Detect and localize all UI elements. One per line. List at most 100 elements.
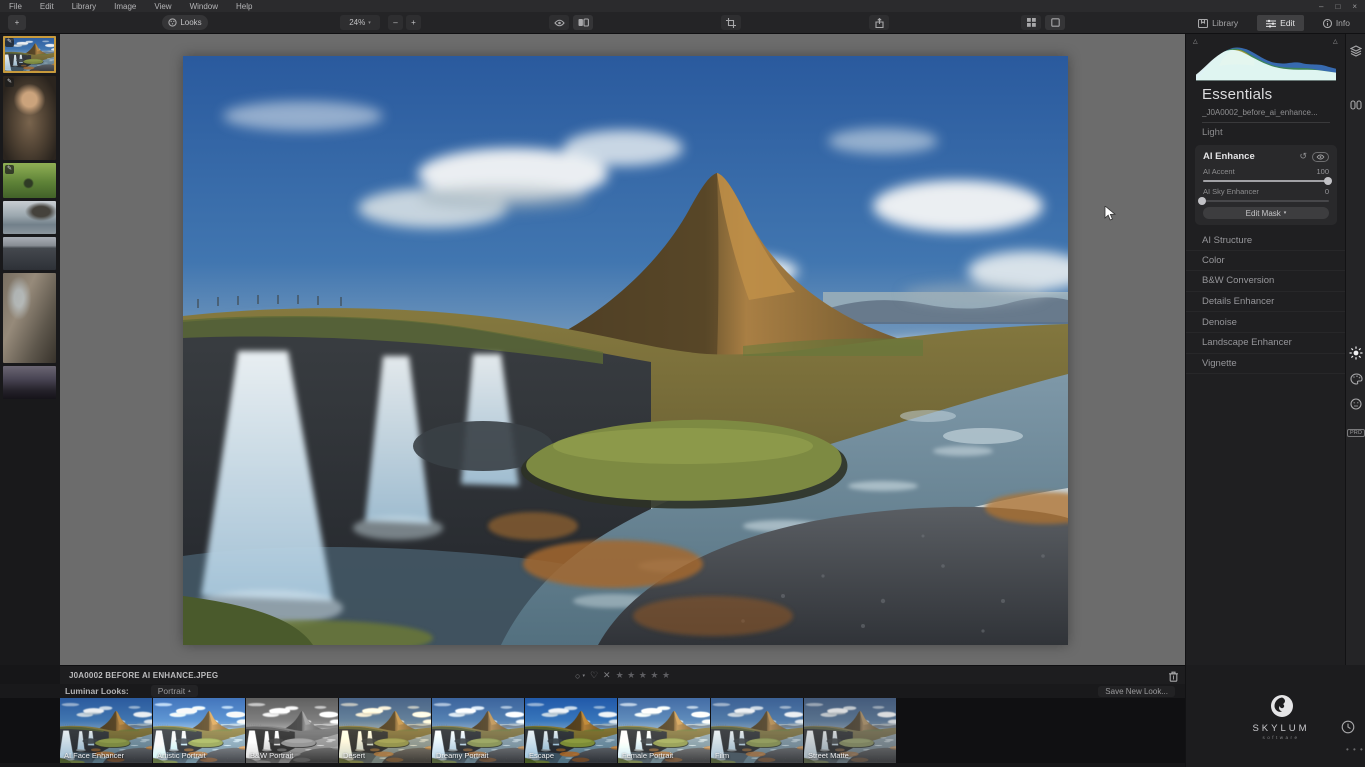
history-clock-icon[interactable]: [1341, 720, 1355, 739]
skylum-tagline: software: [1236, 735, 1326, 740]
ai-accent-value: 100: [1316, 167, 1329, 176]
look-street-matte[interactable]: Street Matte: [804, 698, 896, 763]
filmstrip-thumb-dark-coast[interactable]: [3, 237, 56, 270]
edit-mask-button[interactable]: Edit Mask ▾: [1203, 207, 1329, 219]
filmstrip-thumb-bathroom-interior[interactable]: [3, 273, 56, 363]
filmstrip-thumb-field-figure[interactable]: ✎: [3, 163, 56, 198]
reset-filter-icon[interactable]: ↺: [1299, 151, 1307, 162]
save-new-look-button[interactable]: Save New Look...: [1098, 686, 1175, 697]
bottom-area: J0A0002 BEFORE AI ENHANCE.JPEG ○ ▾ ♡ ✕ ★…: [0, 665, 1185, 767]
info-icon: [1323, 19, 1332, 28]
section-vignette[interactable]: Vignette: [1186, 354, 1346, 375]
looks-category-dropdown[interactable]: Portrait ▴: [151, 685, 198, 697]
looks-label: Looks: [180, 18, 201, 27]
reject-button[interactable]: ✕: [603, 670, 611, 681]
add-image-button[interactable]: +: [8, 15, 26, 30]
menu-image[interactable]: Image: [105, 2, 145, 11]
star-3[interactable]: ★: [639, 670, 648, 680]
side-icon-strip: PRO: [1345, 34, 1365, 665]
main-photo[interactable]: [183, 56, 1068, 645]
look-film[interactable]: Film: [711, 698, 803, 763]
tab-library[interactable]: Library: [1189, 15, 1247, 31]
star-2[interactable]: ★: [627, 670, 636, 680]
look-escape[interactable]: Escape: [525, 698, 617, 763]
pro-filters-badge[interactable]: PRO: [1346, 421, 1365, 439]
filter-visibility-toggle[interactable]: [1312, 152, 1329, 162]
looks-sphere-icon: [168, 18, 177, 27]
ai-sky-enhancer-slider-knob[interactable]: [1198, 197, 1206, 205]
zoom-value: 24%: [349, 18, 365, 27]
look-desert[interactable]: Desert: [339, 698, 431, 763]
color-label-button[interactable]: ○ ▾: [575, 671, 585, 681]
minimize-button[interactable]: –: [1319, 2, 1323, 11]
ai-accent-slider[interactable]: [1203, 180, 1329, 182]
star-rating: ★ ★ ★ ★ ★: [616, 670, 671, 681]
star-1[interactable]: ★: [616, 670, 625, 680]
zoom-level-dropdown[interactable]: 24% ▾: [340, 15, 380, 30]
library-icon: [1198, 19, 1208, 28]
filmstrip-thumb-beach-rocks[interactable]: [3, 201, 56, 234]
edit-mask-label: Edit Mask: [1246, 209, 1281, 218]
filmstrip-thumb-night-landscape[interactable]: [3, 366, 56, 399]
crop-button[interactable]: [721, 15, 741, 30]
star-4[interactable]: ★: [650, 670, 659, 680]
more-dots[interactable]: • • •: [1346, 745, 1364, 754]
close-button[interactable]: ×: [1352, 2, 1357, 11]
histogram[interactable]: [1196, 39, 1336, 81]
layers-icon[interactable]: [1346, 44, 1365, 62]
luminar-looks-label: Luminar Looks:: [0, 686, 129, 696]
zoom-in-button[interactable]: +: [406, 15, 421, 30]
menu-window[interactable]: Window: [181, 2, 227, 11]
ai-enhance-card: AI Enhance ↺ AI Accent 100 AI Sky Enhanc…: [1195, 145, 1337, 225]
shadow-clipping-icon[interactable]: △: [1193, 38, 1198, 45]
look-label: Desert: [343, 751, 365, 760]
section-color[interactable]: Color: [1186, 251, 1346, 272]
sliders-icon: [1266, 19, 1276, 28]
compare-button[interactable]: [573, 15, 593, 30]
toolbar: + Looks 24% ▾ – +: [0, 12, 1365, 34]
ai-accent-slider-knob[interactable]: [1324, 177, 1332, 185]
section-details-enhancer[interactable]: Details Enhancer: [1186, 292, 1346, 313]
creative-filters-icon[interactable]: [1346, 372, 1365, 390]
chevron-down-icon: ▾: [368, 20, 371, 26]
tab-library-label: Library: [1212, 18, 1238, 28]
canvas-area[interactable]: [60, 34, 1185, 665]
ai-sky-enhancer-slider[interactable]: [1203, 200, 1329, 202]
highlight-clipping-icon[interactable]: △: [1333, 38, 1338, 45]
favorite-button[interactable]: ♡: [590, 670, 598, 681]
section-denoise[interactable]: Denoise: [1186, 312, 1346, 333]
export-button[interactable]: [869, 15, 889, 30]
section-landscape-enhancer[interactable]: Landscape Enhancer: [1186, 333, 1346, 354]
tab-info[interactable]: Info: [1314, 15, 1359, 31]
menu-library[interactable]: Library: [63, 2, 105, 11]
quick-preview-button[interactable]: [549, 15, 569, 30]
portrait-filters-icon[interactable]: [1346, 397, 1365, 415]
before-after-split-icon[interactable]: [1346, 98, 1365, 116]
menu-file[interactable]: File: [0, 2, 31, 11]
look-ai-face-enhancer[interactable]: AI Face Enhancer: [60, 698, 152, 763]
star-5[interactable]: ★: [662, 670, 671, 680]
essentials-filters-icon[interactable]: [1346, 346, 1365, 365]
look-bw-portrait[interactable]: B&W Portrait: [246, 698, 338, 763]
single-view-button[interactable]: [1045, 15, 1065, 30]
look-artistic-portrait[interactable]: Artistic Portrait: [153, 698, 245, 763]
menu-help[interactable]: Help: [227, 2, 261, 11]
before-after-icon: [578, 18, 589, 27]
filmstrip-thumb-landscape-selected[interactable]: ✎: [3, 36, 56, 73]
section-bw-conversion[interactable]: B&W Conversion: [1186, 271, 1346, 292]
look-female-portrait[interactable]: Female Portrait: [618, 698, 710, 763]
looks-category-value: Portrait: [158, 686, 185, 696]
section-light[interactable]: Light: [1202, 127, 1223, 138]
section-ai-structure[interactable]: AI Structure: [1186, 230, 1346, 251]
looks-button[interactable]: Looks: [162, 15, 208, 30]
maximize-button[interactable]: □: [1335, 2, 1340, 11]
edited-badge-icon: ✎: [5, 38, 14, 47]
menu-view[interactable]: View: [145, 2, 180, 11]
zoom-out-button[interactable]: –: [388, 15, 403, 30]
filmstrip-thumb-hooded-portrait[interactable]: ✎: [3, 76, 56, 160]
tab-edit[interactable]: Edit: [1257, 15, 1304, 31]
look-dreamy-portrait[interactable]: Dreamy Portrait: [432, 698, 524, 763]
gallery-view-button[interactable]: [1021, 15, 1041, 30]
menu-edit[interactable]: Edit: [31, 2, 63, 11]
mouse-cursor: [1104, 206, 1116, 227]
